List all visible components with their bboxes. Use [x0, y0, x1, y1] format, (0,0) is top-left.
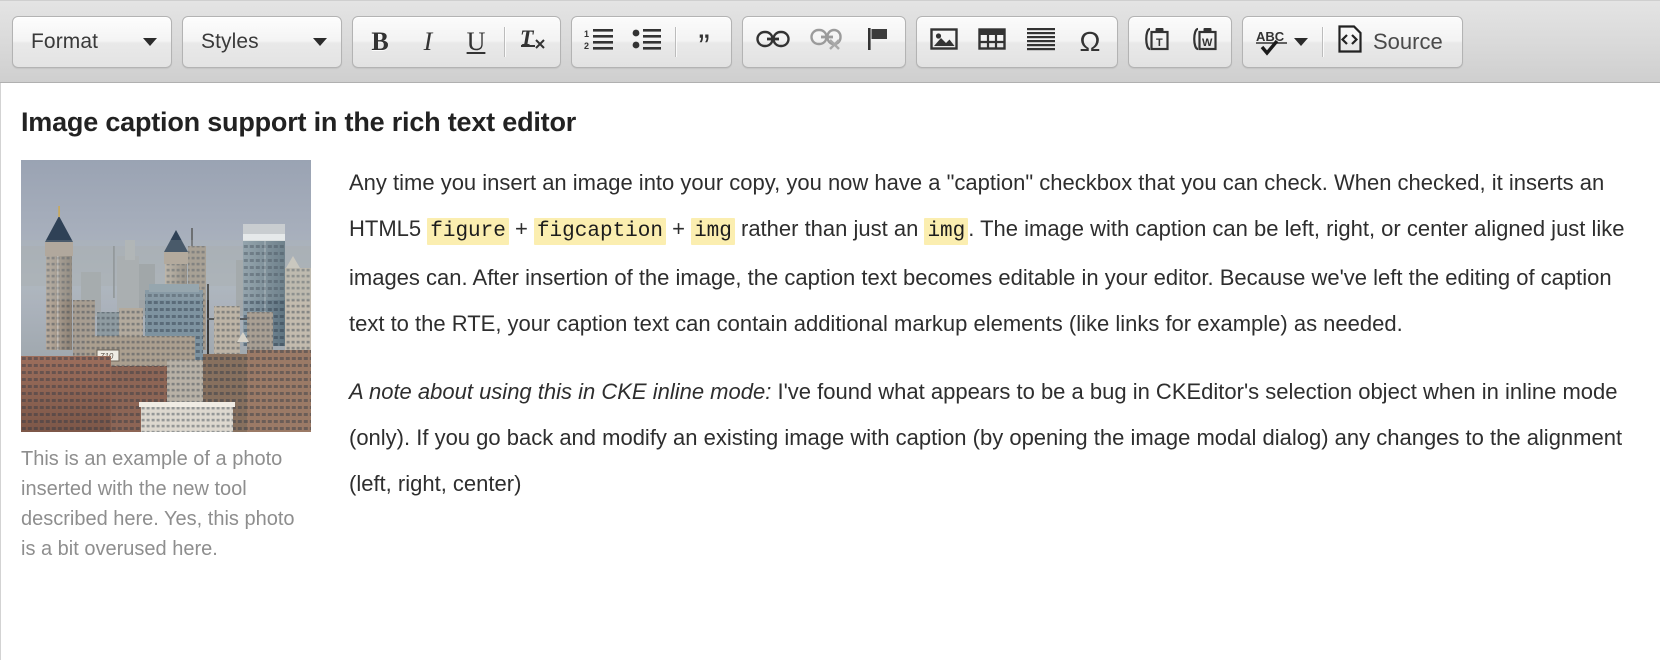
svg-text:1: 1 — [584, 29, 589, 39]
link-button[interactable] — [746, 17, 800, 67]
horizontal-rule-icon — [1026, 27, 1056, 56]
svg-text:2: 2 — [584, 41, 589, 51]
paragraph-group: 1 2 ” — [571, 15, 732, 68]
format-combo[interactable]: Format — [12, 15, 172, 68]
omega-icon: Ω — [1079, 25, 1101, 57]
bulleted-list-button[interactable] — [623, 17, 671, 67]
bold-button[interactable]: B — [356, 17, 404, 67]
bold-icon: B — [371, 26, 389, 56]
styles-combo-label: Styles — [201, 29, 259, 53]
insert-group: Ω — [916, 15, 1118, 68]
links-group — [742, 15, 906, 68]
image-icon — [930, 27, 958, 56]
paragraph-one-seg-4: + — [665, 216, 692, 241]
body-text-column: Any time you insert an image into your c… — [349, 160, 1634, 507]
anchor-button[interactable] — [854, 17, 902, 67]
code-img-1: img — [691, 218, 735, 245]
paste-as-text-button[interactable]: T — [1132, 17, 1180, 67]
code-figure: figure — [427, 218, 509, 245]
link-icon — [756, 28, 790, 55]
format-combo-label: Format — [31, 29, 99, 53]
special-character-button[interactable]: Ω — [1066, 17, 1114, 67]
page-title: Image caption support in the rich text e… — [21, 107, 577, 137]
basic-styles-group: B I U T — [352, 15, 561, 68]
toolbar-separator — [675, 26, 676, 57]
bulleted-list-icon — [632, 27, 662, 56]
numbered-list-icon: 1 2 — [584, 27, 614, 56]
figure-with-caption[interactable]: 710 — [21, 160, 311, 564]
svg-text:T: T — [1156, 37, 1163, 49]
blockquote-icon: ” — [698, 27, 710, 66]
paragraph-one-seg-2: + — [508, 216, 534, 241]
chevron-down-icon — [143, 37, 157, 46]
table-button[interactable] — [968, 17, 1016, 67]
unlink-icon — [810, 27, 844, 56]
spellcheck-abc-icon: ABC — [1256, 28, 1308, 56]
inserted-image[interactable]: 710 — [21, 160, 311, 432]
clipboard-group: T W — [1128, 15, 1232, 68]
paragraph-two: A note about using this in CKE inline mo… — [349, 369, 1634, 507]
image-caption[interactable]: This is an example of a photo inserted w… — [21, 432, 299, 564]
rich-text-editor: Format Styles B I U T 1 2 ” Ω T W ABC So… — [0, 0, 1660, 660]
underline-icon: U — [466, 26, 486, 56]
numbered-list-button[interactable]: 1 2 — [575, 17, 623, 67]
toolbar-separator — [504, 26, 505, 57]
spell-check-button[interactable]: ABC — [1246, 17, 1318, 67]
unlink-button[interactable] — [800, 17, 854, 67]
paste-word-icon: W — [1190, 26, 1218, 57]
source-button[interactable]: Source — [1327, 17, 1459, 67]
editor-content-area[interactable]: Image caption support in the rich text e… — [0, 83, 1660, 660]
image-button[interactable] — [920, 17, 968, 67]
styles-combo[interactable]: Styles — [182, 15, 342, 68]
chevron-down-icon — [313, 37, 327, 46]
svg-text:ABC: ABC — [1256, 29, 1285, 44]
blockquote-button[interactable]: ” — [680, 17, 728, 67]
inline-mode-note-emphasis: A note about using this in CKE inline mo… — [349, 379, 772, 404]
code-img-2: img — [924, 218, 969, 245]
code-figcaption: figcaption — [533, 218, 666, 245]
flag-icon — [865, 26, 891, 57]
source-button-label: Source — [1373, 28, 1443, 54]
chevron-down-icon — [1294, 37, 1308, 46]
toolbar-separator — [1322, 26, 1323, 57]
source-code-icon — [1337, 25, 1363, 58]
editor-toolbar: Format Styles B I U T 1 2 ” Ω T W ABC So… — [0, 0, 1660, 83]
italic-icon: I — [423, 26, 433, 56]
remove-format-icon: T — [519, 25, 547, 57]
paragraph-one-seg-6: rather than just an — [734, 216, 925, 241]
remove-format-button[interactable]: T — [509, 17, 557, 67]
svg-text:W: W — [1202, 37, 1213, 49]
tools-group: ABC Source — [1242, 15, 1463, 68]
italic-button[interactable]: I — [404, 17, 452, 67]
paste-from-word-button[interactable]: W — [1180, 17, 1228, 67]
paste-text-icon: T — [1142, 26, 1170, 57]
paragraph-one: Any time you insert an image into your c… — [349, 160, 1634, 347]
table-icon — [978, 27, 1006, 56]
horizontal-rule-button[interactable] — [1016, 17, 1066, 67]
underline-button[interactable]: U — [452, 17, 500, 67]
